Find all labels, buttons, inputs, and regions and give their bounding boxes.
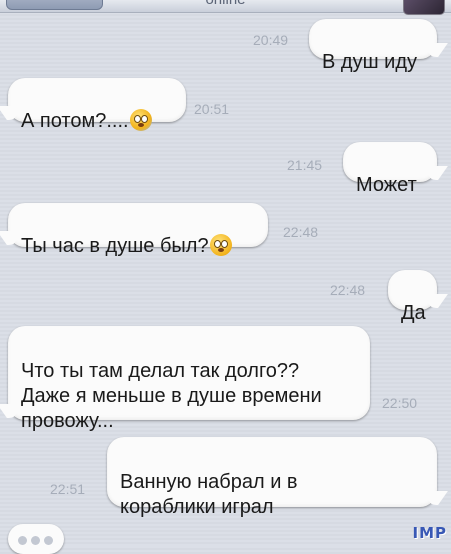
incoming-message[interactable]: Что ты там делал так долго?? Даже я мень… — [8, 326, 370, 432]
message-time: 22:48 — [283, 224, 319, 240]
message-text: Ванную набрал и в кораблики играл — [120, 471, 298, 518]
message-time: 22:51 — [50, 481, 86, 497]
typing-indicator — [8, 524, 64, 554]
outgoing-message[interactable]: В душ иду — [309, 19, 437, 73]
outgoing-message[interactable]: Да — [388, 270, 437, 324]
message-time: 21:45 — [287, 157, 323, 173]
incoming-message[interactable]: А потом?.... — [8, 78, 186, 132]
fearful-face-icon — [129, 109, 152, 131]
message-text: Что ты там делал так долго?? Даже я мень… — [21, 360, 322, 432]
message-time: 22:50 — [382, 395, 418, 411]
contact-avatar[interactable] — [403, 0, 445, 15]
message-text: Да — [401, 302, 426, 324]
watermark-logo: IMP — [412, 524, 447, 542]
message-text: В душ иду — [322, 51, 418, 73]
message-time: 20:49 — [253, 32, 289, 48]
navigation-bar: online — [0, 0, 451, 15]
message-text: А потом?.... — [21, 110, 129, 132]
flushed-face-icon — [209, 234, 232, 256]
incoming-message[interactable]: Ты час в душе был? — [8, 203, 268, 257]
outgoing-message[interactable]: Может — [343, 142, 437, 196]
outgoing-message[interactable]: Ванную набрал и в кораблики играл — [107, 437, 437, 518]
contact-status: online — [0, 0, 451, 9]
message-text: Ты час в душе был? — [21, 235, 209, 257]
message-text: Может — [356, 174, 417, 196]
message-time: 20:51 — [194, 101, 230, 117]
message-time: 22:48 — [330, 282, 366, 298]
